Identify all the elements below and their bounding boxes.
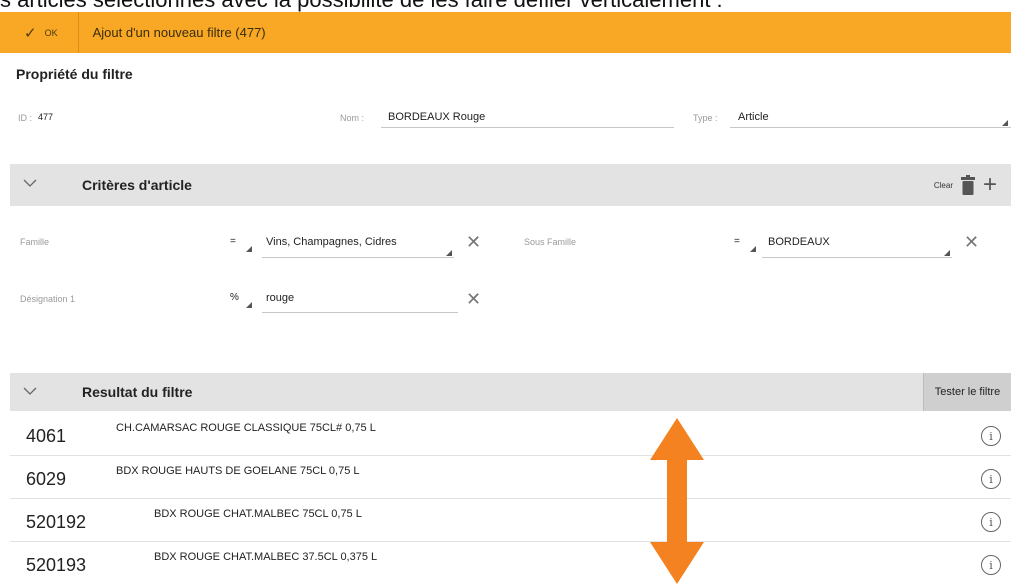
- criteria-label-designation: Désignation 1: [20, 294, 76, 304]
- ok-button[interactable]: ✓ OK: [24, 12, 58, 53]
- item-desc: BDX ROUGE CHAT.MALBEC 37.5CL 0,375 L: [154, 551, 378, 563]
- ok-label: OK: [44, 27, 58, 38]
- chevron-down-icon[interactable]: [22, 384, 38, 398]
- criteria-operator-famille[interactable]: =: [230, 236, 236, 247]
- toolbar-divider: [77, 12, 79, 53]
- check-icon: ✓: [24, 24, 37, 42]
- test-filter-button[interactable]: Tester le filtre: [923, 373, 1011, 411]
- sous-famille-dropdown-icon[interactable]: [944, 250, 950, 256]
- id-label: ID :: [18, 113, 33, 123]
- trash-icon[interactable]: [960, 175, 975, 195]
- chevron-down-icon[interactable]: [22, 176, 38, 190]
- info-icon[interactable]: i: [981, 512, 1001, 532]
- page-caption: s articles sélectionnés avec la possibil…: [0, 0, 1011, 12]
- info-icon[interactable]: i: [981, 555, 1001, 575]
- list-item[interactable]: 4061 CH.CAMARSAC ROUGE CLASSIQUE 75CL# 0…: [10, 414, 1011, 456]
- id-value: 477: [38, 112, 54, 122]
- result-title: Resultat du filtre: [82, 384, 193, 400]
- top-toolbar: ✓ OK Ajout d'un nouveau filtre (477): [0, 12, 1011, 53]
- criteria-operator-sous-famille[interactable]: =: [734, 236, 740, 247]
- type-label: Type :: [693, 113, 718, 123]
- item-desc: BDX ROUGE CHAT.MALBEC 75CL 0,75 L: [154, 508, 362, 520]
- criteria-value-designation[interactable]: rouge: [266, 292, 294, 304]
- sous-famille-underline: [762, 257, 952, 258]
- criteria-value-sous-famille[interactable]: BORDEAUX: [768, 236, 830, 248]
- criteria-bar: Critères d'article Clear +: [10, 164, 1011, 206]
- type-underline: [730, 127, 1011, 128]
- clear-button[interactable]: Clear: [934, 181, 953, 190]
- designation-underline: [262, 312, 458, 313]
- type-select[interactable]: Article: [738, 111, 769, 123]
- info-icon[interactable]: i: [981, 426, 1001, 446]
- criteria-label-sous-famille: Sous Famille: [524, 237, 577, 247]
- operator-dropdown-icon[interactable]: [246, 246, 252, 252]
- nom-underline: [381, 127, 674, 128]
- famille-dropdown-icon[interactable]: [446, 250, 452, 256]
- double-arrow-vertical-icon: [650, 418, 704, 584]
- nom-label: Nom :: [340, 113, 365, 123]
- close-icon[interactable]: ✕: [466, 290, 481, 308]
- nom-field[interactable]: BORDEAUX Rouge: [388, 111, 485, 123]
- criteria-value-famille[interactable]: Vins, Champagnes, Cidres: [266, 236, 397, 248]
- item-code: 6029: [26, 469, 67, 489]
- criteria-title: Critères d'article: [82, 177, 192, 193]
- operator-dropdown-icon[interactable]: [750, 246, 756, 252]
- list-item[interactable]: 520192 BDX ROUGE CHAT.MALBEC 75CL 0,75 L…: [10, 500, 1011, 542]
- criteria-label-famille: Famille: [20, 237, 50, 247]
- famille-underline: [262, 257, 454, 258]
- type-dropdown-icon[interactable]: [1002, 120, 1008, 126]
- toolbar-title: Ajout d'un nouveau filtre (477): [92, 25, 266, 40]
- item-code: 520192: [26, 512, 87, 532]
- criteria-actions: Clear +: [934, 164, 997, 206]
- criteria-operator-designation[interactable]: %: [230, 292, 239, 303]
- item-code: 520193: [26, 555, 87, 575]
- properties-title: Propriété du filtre: [16, 66, 133, 82]
- close-icon[interactable]: ✕: [964, 233, 979, 251]
- plus-icon[interactable]: +: [983, 173, 997, 197]
- item-code: 4061: [26, 426, 67, 446]
- item-desc: CH.CAMARSAC ROUGE CLASSIQUE 75CL# 0,75 L: [116, 422, 376, 434]
- list-item[interactable]: 6029 BDX ROUGE HAUTS DE GOELANE 75CL 0,7…: [10, 457, 1011, 499]
- operator-dropdown-icon[interactable]: [246, 302, 252, 308]
- close-icon[interactable]: ✕: [466, 233, 481, 251]
- item-desc: BDX ROUGE HAUTS DE GOELANE 75CL 0,75 L: [116, 465, 360, 477]
- info-icon[interactable]: i: [981, 469, 1001, 489]
- result-bar: Resultat du filtre Tester le filtre: [10, 373, 1011, 411]
- list-item[interactable]: 520193 BDX ROUGE CHAT.MALBEC 37.5CL 0,37…: [10, 543, 1011, 584]
